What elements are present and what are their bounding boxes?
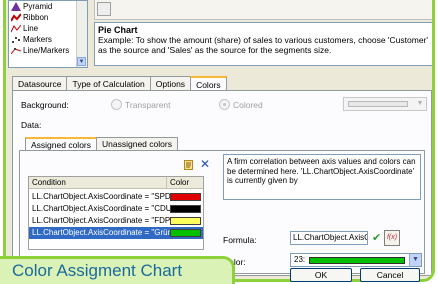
edit-icon[interactable]: [184, 159, 194, 170]
background-color-combo[interactable]: ▼: [343, 97, 427, 111]
scroll-down-icon[interactable]: ▼: [77, 57, 86, 66]
list-scrollbar[interactable]: ▼: [76, 1, 87, 67]
colored-label: Colored: [233, 100, 263, 110]
ribbon-icon: [11, 13, 21, 22]
list-item-label: Ribbon: [23, 13, 49, 22]
info-text: A firm correlation between axis values a…: [223, 154, 421, 200]
table-row[interactable]: LL.ChartObject.AxisCoordinate = "SPD": [29, 191, 203, 203]
formula-wizard-button[interactable]: f(x): [384, 230, 400, 246]
chevron-down-icon[interactable]: ▼: [409, 254, 421, 266]
pyramid-icon: [11, 2, 21, 11]
column-header-condition[interactable]: Condition: [29, 177, 167, 189]
condition-cell: LL.ChartObject.AxisCoordinate = "Grüne": [32, 228, 180, 237]
data-sub-tabs: Assigned colors Unassigned colors: [25, 137, 178, 152]
data-label: Data:: [21, 120, 42, 130]
chart-type-list[interactable]: Pyramid Ribbon Line Markers Line/Markers…: [8, 0, 88, 68]
condition-cell: LL.ChartObject.AxisCoordinate = "SPD": [32, 192, 174, 201]
transparent-label: Transparent: [125, 100, 171, 110]
caption-banner: Color Assigment Chart: [0, 256, 235, 284]
table-row[interactable]: LL.ChartObject.AxisCoordinate = "CDU": [29, 203, 203, 215]
checkmark-icon[interactable]: ✔: [372, 231, 381, 245]
dialog-window: Pyramid Ribbon Line Markers Line/Markers…: [3, 0, 435, 282]
color-combo[interactable]: 23: ▼: [290, 253, 422, 267]
line-icon: [11, 24, 21, 33]
markers-icon: [12, 37, 20, 43]
color-swatch: [170, 229, 201, 237]
list-item-label: Line: [23, 24, 39, 33]
table-row[interactable]: LL.ChartObject.AxisCoordinate = "FDP": [29, 215, 203, 227]
description-title: Pie Chart: [98, 25, 138, 35]
cancel-button[interactable]: Cancel: [360, 268, 420, 282]
background-color-swatch: [348, 101, 408, 107]
delete-icon[interactable]: ✕: [200, 158, 210, 170]
colors-panel: Background: Transparent Colored ▼ Data: …: [12, 90, 432, 276]
color-swatch: [309, 257, 405, 264]
condition-cell: LL.ChartObject.AxisCoordinate = "FDP": [32, 216, 174, 225]
main-tabs: Datasource Type of Calculation Options C…: [12, 76, 227, 92]
chevron-down-icon[interactable]: ▼: [414, 98, 426, 110]
color-number: 23:: [294, 255, 306, 264]
color-swatch: [170, 193, 201, 201]
transparent-radio[interactable]: [111, 99, 122, 110]
conditions-table: Condition Color LL.ChartObject.AxisCoord…: [28, 176, 204, 250]
preview-area: [94, 0, 432, 20]
table-row-selected[interactable]: LL.ChartObject.AxisCoordinate = "Grüne": [29, 227, 203, 239]
color-swatch: [170, 217, 201, 225]
formula-label: Formula:: [223, 235, 257, 245]
list-item-label: Pyramid: [23, 2, 53, 11]
tab-type-of-calculation[interactable]: Type of Calculation: [66, 76, 151, 91]
description-text: Example: To show the amount (share) of s…: [98, 35, 429, 55]
column-header-color[interactable]: Color: [167, 177, 203, 189]
color-swatch: [170, 205, 201, 213]
background-label: Background:: [21, 100, 69, 110]
tab-unassigned-colors[interactable]: Unassigned colors: [96, 137, 178, 151]
line-markers-icon: [11, 48, 21, 55]
ok-button[interactable]: OK: [290, 268, 352, 282]
list-item-label: Markers: [23, 35, 52, 44]
formula-input[interactable]: LL.ChartObject.AxisCoordinat: [290, 231, 368, 245]
colored-radio[interactable]: [219, 99, 230, 110]
tab-options[interactable]: Options: [149, 76, 192, 91]
preview-icon: [97, 2, 111, 16]
condition-cell: LL.ChartObject.AxisCoordinate = "CDU": [32, 204, 175, 213]
chart-description: Pie Chart Example: To show the amount (s…: [94, 22, 432, 66]
tab-datasource[interactable]: Datasource: [12, 76, 68, 91]
list-item-label: Line/Markers: [23, 46, 70, 55]
